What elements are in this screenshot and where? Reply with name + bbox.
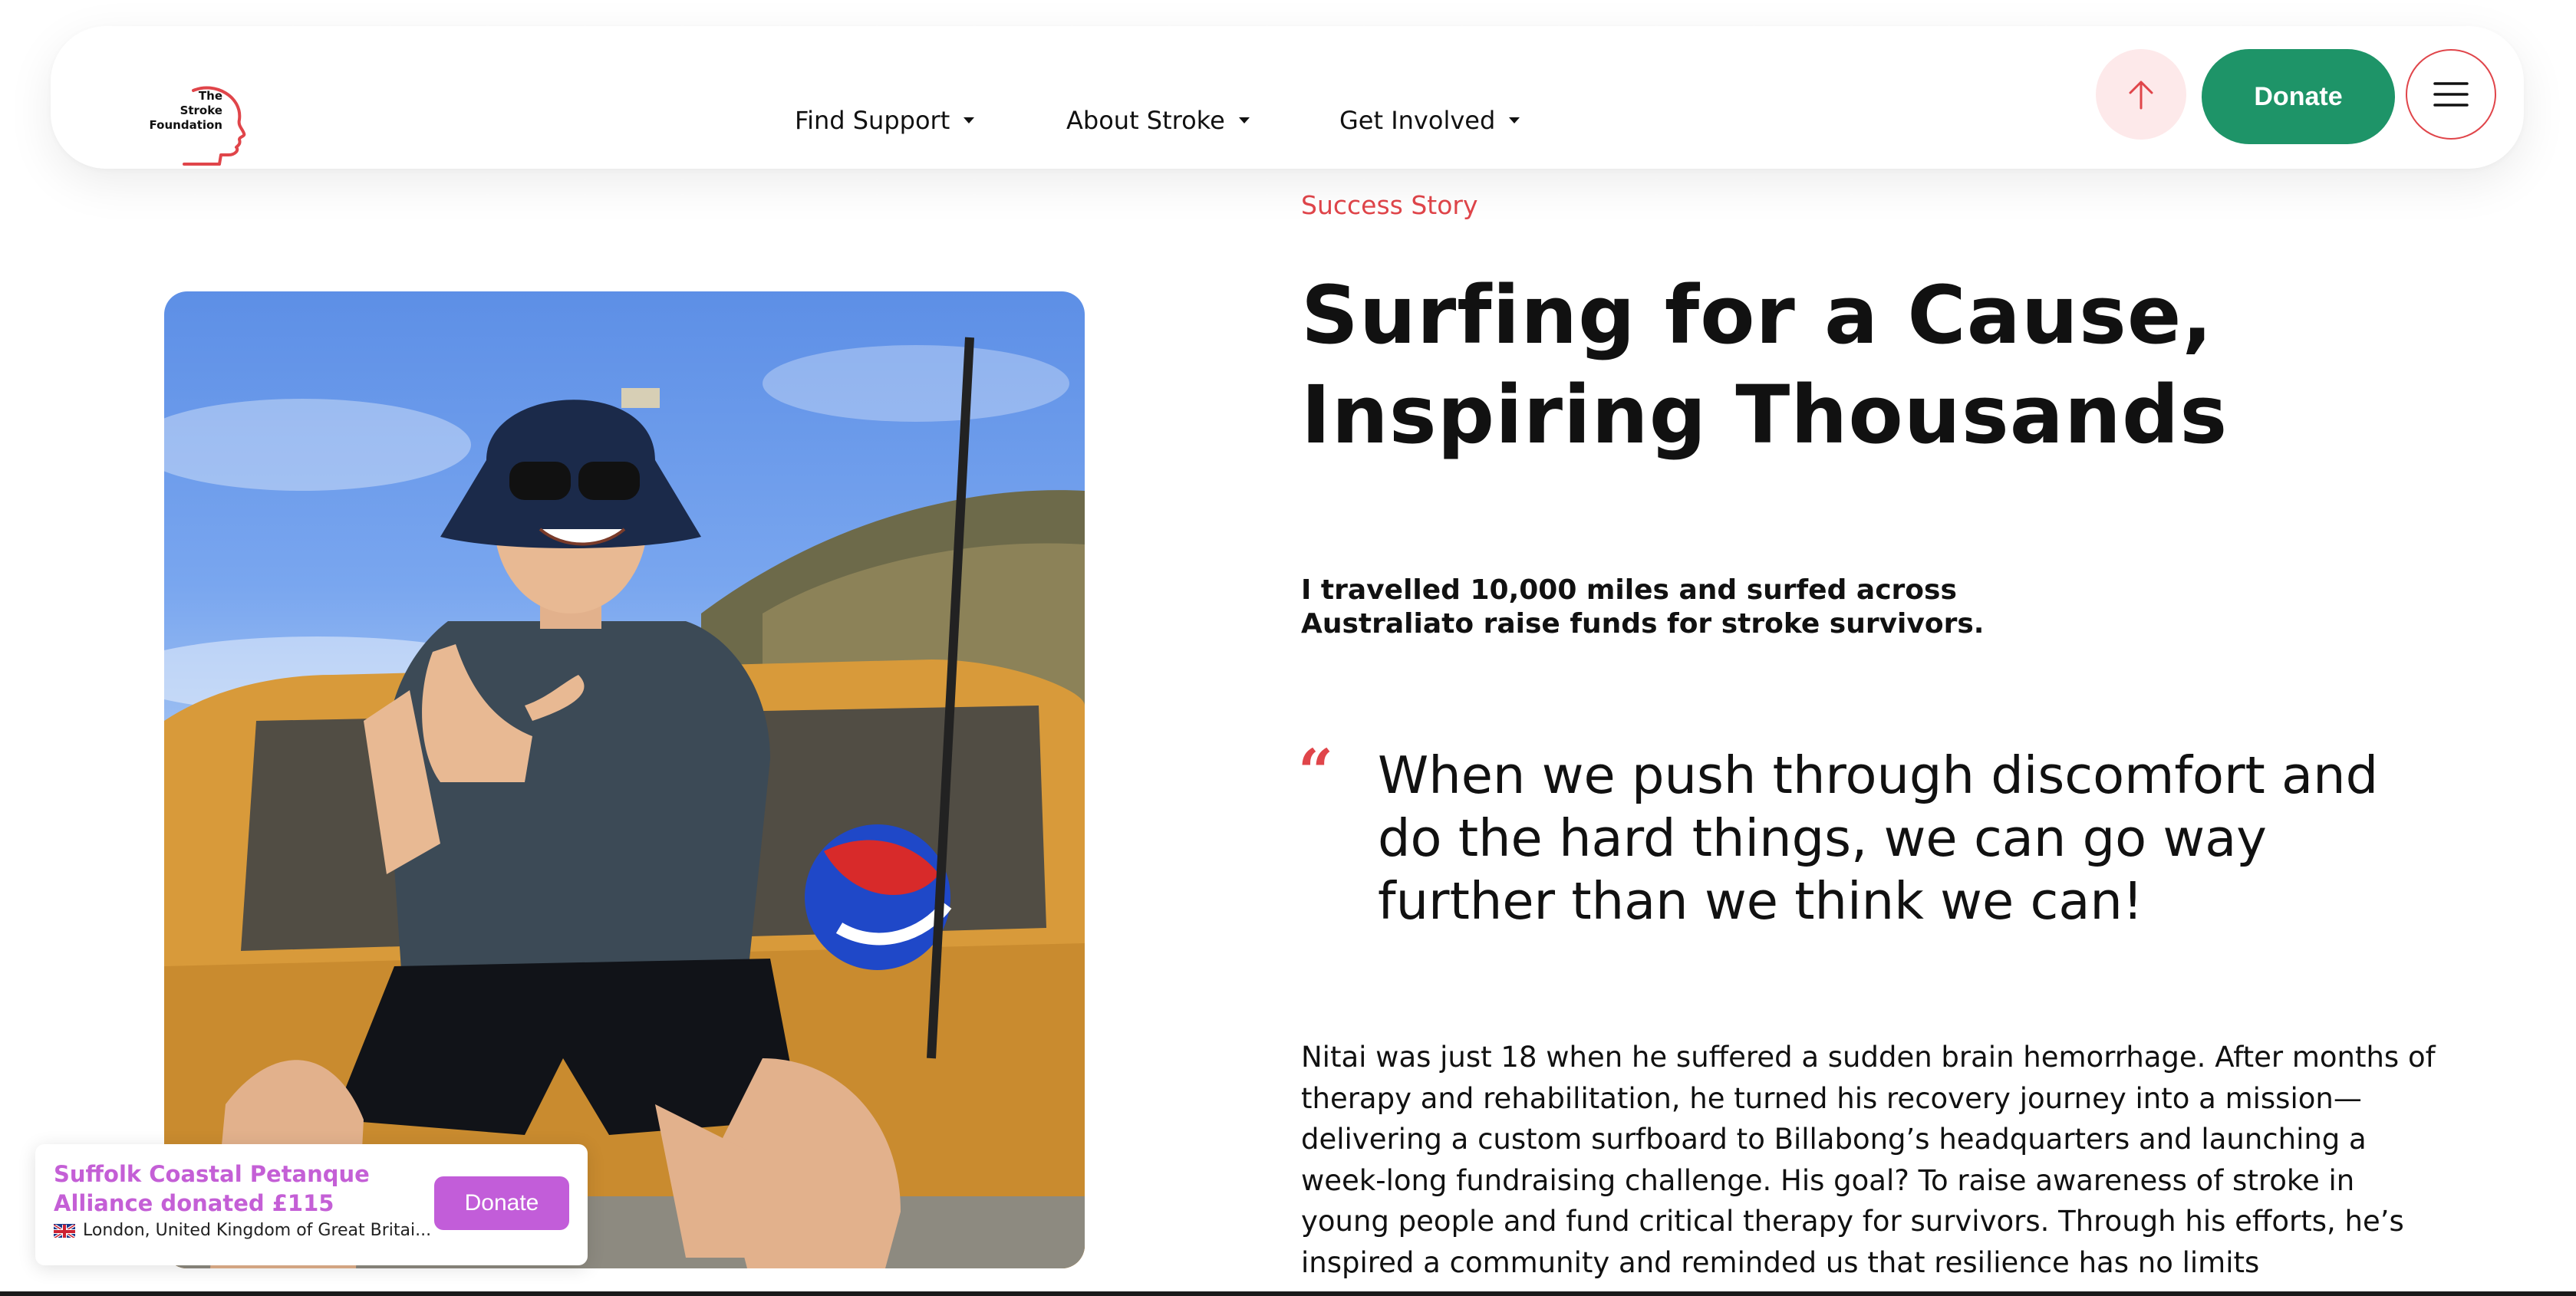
nav-get-involved[interactable]: Get Involved: [1339, 106, 1520, 135]
nav-label: About Stroke: [1066, 106, 1225, 135]
caret-down-icon: [1509, 117, 1520, 123]
quote-mark-icon: “: [1298, 735, 1334, 808]
nav-label: Find Support: [795, 106, 950, 135]
story-photo: [164, 291, 1085, 1268]
pull-quote: When we push through discomfort and do t…: [1378, 745, 2379, 931]
nav-label: Get Involved: [1339, 106, 1496, 135]
toast-location-text: London, United Kingdom of Great Britai..…: [83, 1221, 432, 1240]
caret-down-icon: [964, 117, 975, 123]
donate-button[interactable]: Donate: [2202, 49, 2395, 144]
toast-location: London, United Kingdom of Great Britai..…: [54, 1221, 431, 1240]
donation-toast: Suffolk Coastal Petanque Alliance donate…: [35, 1144, 588, 1265]
toast-title: Suffolk Coastal Petanque Alliance donate…: [54, 1161, 370, 1216]
hamburger-menu-icon: [2433, 82, 2469, 107]
site-header: The Stroke Foundation Find Support About…: [51, 26, 2524, 169]
article-lead: I travelled 10,000 miles and surfed acro…: [1301, 574, 1985, 640]
menu-button[interactable]: [2406, 49, 2496, 140]
article-body: Nitai was just 18 when he suffered a sud…: [1301, 1041, 2436, 1279]
page-bottom-edge: [0, 1291, 2576, 1296]
arrow-up-icon: [2129, 81, 2153, 110]
caret-down-icon: [1238, 117, 1250, 123]
nav-about-stroke[interactable]: About Stroke: [1066, 106, 1250, 135]
article-eyebrow: Success Story: [1301, 190, 1478, 220]
nav-find-support[interactable]: Find Support: [795, 106, 975, 135]
article-title: Surfing for a Cause, Inspiring Thousands: [1301, 268, 2228, 462]
photo-illustration: [164, 337, 1085, 1268]
toast-donate-button[interactable]: Donate: [434, 1176, 569, 1230]
scroll-up-button[interactable]: [2096, 49, 2186, 140]
uk-flag-icon: [54, 1223, 75, 1238]
